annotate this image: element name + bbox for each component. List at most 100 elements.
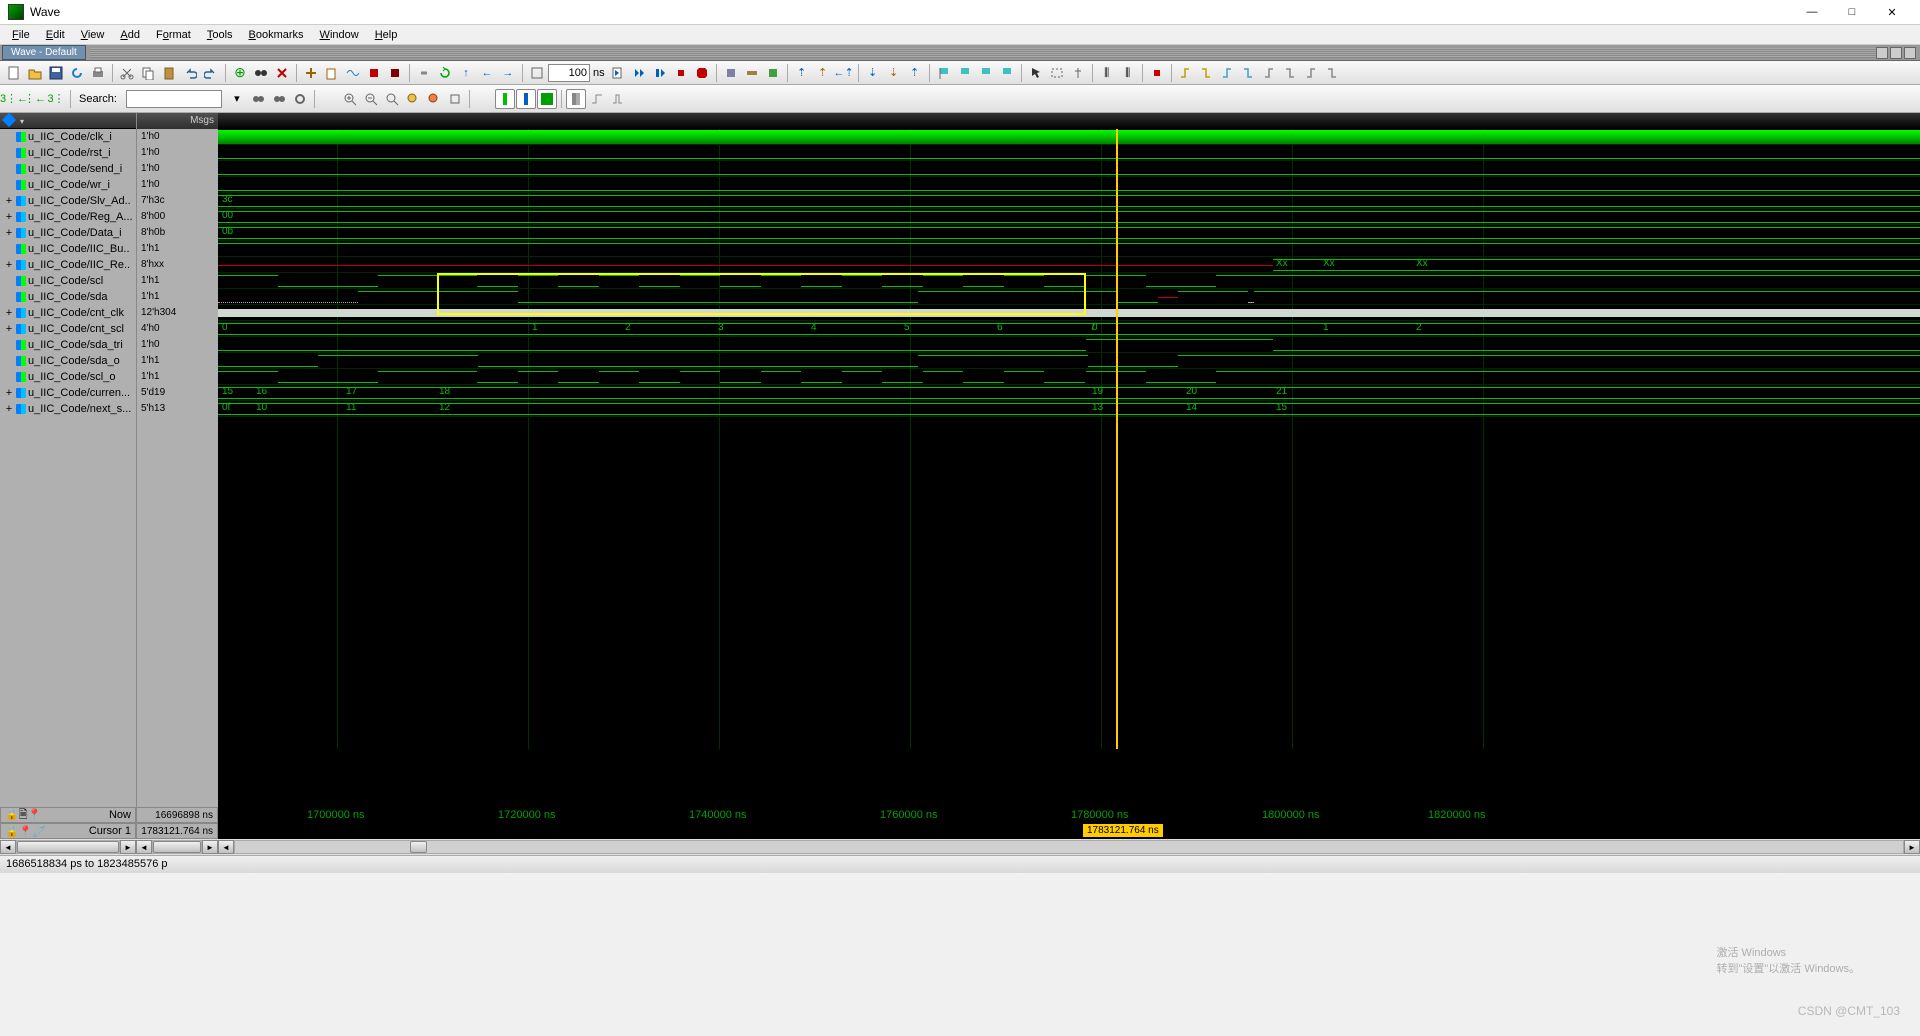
fall-button[interactable] [1197,63,1217,83]
dataflow-button[interactable] [742,63,762,83]
reload-button[interactable] [67,63,87,83]
cursor-flag[interactable]: 1783121.764 ns [1082,823,1164,838]
zoom2-button[interactable] [1047,63,1067,83]
menu-bookmarks[interactable]: Bookmarks [241,27,312,43]
time-ruler[interactable]: 1700000 ns1720000 ns1740000 ns1760000 ns… [218,807,1920,823]
expand-toggle[interactable]: + [4,211,14,223]
paste-button[interactable] [159,63,179,83]
run-up-button[interactable]: ↑ [456,63,476,83]
expand-button[interactable]: ⫼ [1097,63,1117,83]
rise2-button[interactable] [1218,63,1238,83]
rise3-button[interactable] [1260,63,1280,83]
signal-row[interactable]: +u_IIC_Code/cnt_clk [0,305,136,321]
rise4-button[interactable] [1302,63,1322,83]
menu-edit[interactable]: Edit [38,27,73,43]
signal-row[interactable]: +u_IIC_Code/Slv_Ad.. [0,193,136,209]
zoomrange-button[interactable] [424,89,444,109]
menu-help[interactable]: Help [367,27,406,43]
cursor-1[interactable] [1116,129,1118,749]
tab-undock-button[interactable] [1890,47,1902,59]
signal-row[interactable]: u_IIC_Code/IIC_Bu.. [0,241,136,257]
save-button[interactable] [46,63,66,83]
minimize-button[interactable]: — [1792,0,1832,25]
run-button[interactable] [608,63,628,83]
mark-button[interactable]: ⇣ [884,63,904,83]
coverage-button[interactable] [763,63,783,83]
break-button[interactable] [364,63,384,83]
signal-row[interactable]: u_IIC_Code/sda_o [0,353,136,369]
close-button[interactable]: ✕ [1872,0,1912,25]
mode3-button[interactable] [537,89,557,109]
menu-window[interactable]: Window [312,27,367,43]
find-button[interactable] [251,63,271,83]
value-hscroll[interactable]: ◄► [136,839,218,855]
stopsim-button[interactable] [692,63,712,83]
zoomout-button[interactable] [361,89,381,109]
run-fwd-button[interactable]: → [498,63,518,83]
signal-row[interactable]: +u_IIC_Code/Reg_A... [0,209,136,225]
zoomcursor-button[interactable] [403,89,423,109]
zoomfull-button[interactable] [382,89,402,109]
signal-row[interactable]: u_IIC_Code/scl [0,273,136,289]
signal-row[interactable]: u_IIC_Code/send_i [0,161,136,177]
stop3-button[interactable] [1147,63,1167,83]
menu-add[interactable]: Add [112,27,148,43]
maximize-button[interactable]: □ [1832,0,1872,25]
expand-toggle[interactable]: + [4,403,14,415]
zoomin-button[interactable] [340,89,360,109]
new-button[interactable] [4,63,24,83]
bookmark1-button[interactable] [934,63,954,83]
expand-toggle[interactable]: + [4,259,14,271]
next-trans-button[interactable]: ⇡ [813,63,833,83]
diamond-icon[interactable] [2,113,16,127]
tab-close-button[interactable] [1904,47,1916,59]
wave-tab[interactable]: Wave - Default [2,45,86,60]
run-time-input[interactable] [548,64,590,82]
zoomother-button[interactable] [445,89,465,109]
runall-button[interactable] [629,63,649,83]
bookmark3-button[interactable] [976,63,996,83]
bookmark4-button[interactable] [997,63,1017,83]
step-button[interactable] [527,63,547,83]
restart-button[interactable] [435,63,455,83]
signal-row[interactable]: u_IIC_Code/scl_o [0,369,136,385]
signal-row[interactable]: u_IIC_Code/sda [0,289,136,305]
expand-toggle[interactable]: + [4,307,14,319]
redo-button[interactable] [201,63,221,83]
edge-up-button[interactable]: ⇡ [905,63,925,83]
tab-addcol-button[interactable] [1876,47,1888,59]
sig3-button[interactable]: 3⋮ [46,89,66,109]
search-input[interactable] [126,90,222,108]
mode2-button[interactable] [516,89,536,109]
prev-edge-button[interactable]: ←⇡ [834,63,854,83]
cut-button[interactable] [117,63,137,83]
wave-hscroll[interactable]: ◄► [218,839,1920,855]
search-dropdown[interactable]: ▾ [227,89,247,109]
wave-area[interactable]: 3c000bXxXxXx01234567012151617181920210f1… [218,113,1920,807]
fall4-button[interactable] [1323,63,1343,83]
open-button[interactable] [25,63,45,83]
mode1-button[interactable] [495,89,515,109]
signal-list[interactable]: u_IIC_Code/clk_iu_IIC_Code/rst_iu_IIC_Co… [0,129,136,807]
mode5-button[interactable] [587,89,607,109]
breaksim-button[interactable] [671,63,691,83]
run-back-button[interactable]: ← [477,63,497,83]
signal-row[interactable]: +u_IIC_Code/Data_i [0,225,136,241]
fall3-button[interactable] [1281,63,1301,83]
copy-button[interactable] [138,63,158,83]
menu-view[interactable]: View [73,27,113,43]
signal-row[interactable]: u_IIC_Code/clk_i [0,129,136,145]
signal-menu-arrow[interactable]: ▾ [20,117,24,126]
undo-button[interactable] [180,63,200,83]
expand-toggle[interactable]: + [4,195,14,207]
print-button[interactable] [88,63,108,83]
menu-tools[interactable]: Tools [199,27,241,43]
collapse-button[interactable]: ⫼ [1118,63,1138,83]
search-next-button[interactable] [269,89,289,109]
signal-hscroll[interactable]: ◄► [0,839,136,855]
menu-format[interactable]: Format [148,27,199,43]
signal-row[interactable]: +u_IIC_Code/next_s... [0,401,136,417]
expand-toggle[interactable]: + [4,323,14,335]
sim-button[interactable] [343,63,363,83]
mode4-button[interactable] [566,89,586,109]
